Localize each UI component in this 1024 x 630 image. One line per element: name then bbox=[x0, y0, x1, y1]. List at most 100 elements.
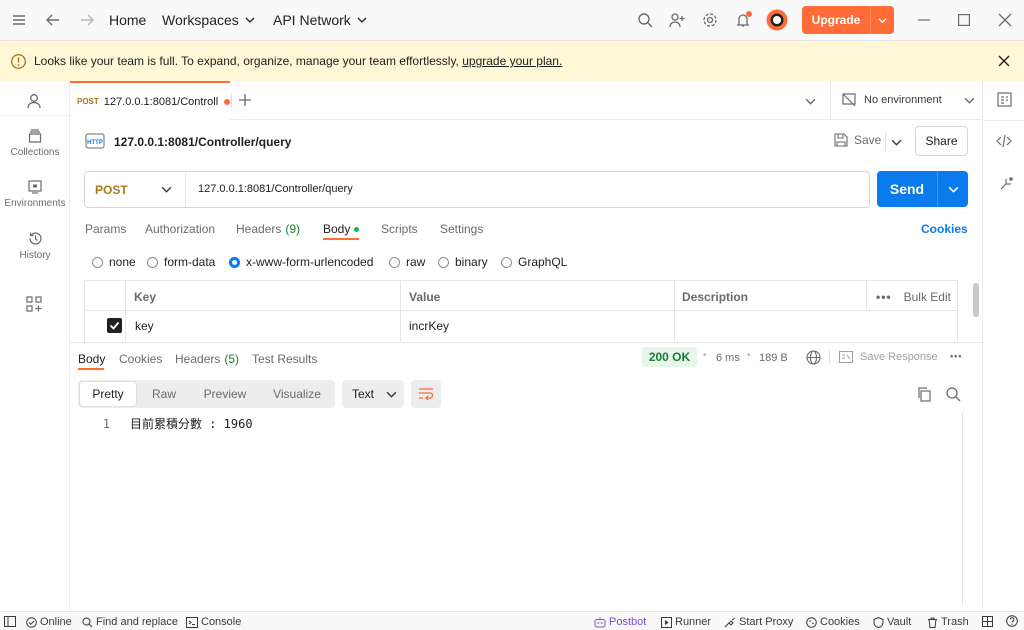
copy-icon[interactable] bbox=[917, 387, 931, 402]
gear-icon[interactable] bbox=[702, 12, 718, 28]
start-proxy-button[interactable]: Start Proxy bbox=[724, 616, 793, 628]
chevron-down-icon bbox=[357, 17, 367, 23]
trash-button[interactable]: Trash bbox=[927, 616, 969, 628]
radio-form-data[interactable]: form-data bbox=[147, 255, 215, 269]
tab-scripts[interactable]: Scripts bbox=[381, 222, 418, 236]
console-button[interactable]: Console bbox=[186, 616, 241, 628]
view-pretty[interactable]: Pretty bbox=[80, 382, 136, 406]
radio-raw[interactable]: raw bbox=[389, 255, 425, 269]
send-button[interactable]: Send bbox=[877, 171, 968, 207]
param-value[interactable]: incrKey bbox=[409, 319, 449, 333]
back-arrow-icon[interactable] bbox=[46, 13, 60, 27]
radio-label: form-data bbox=[164, 255, 216, 269]
save-response-button[interactable]: Save Response bbox=[839, 351, 938, 363]
response-tab-test-results[interactable]: Test Results bbox=[252, 352, 317, 366]
close-banner-icon[interactable] bbox=[998, 55, 1010, 67]
radio-graphql[interactable]: GraphQL bbox=[501, 255, 567, 269]
status-bar: Online Find and replace Console Postbot … bbox=[0, 611, 1024, 630]
cookies-button[interactable]: Cookies bbox=[806, 616, 860, 628]
invite-user-icon[interactable] bbox=[669, 12, 685, 28]
environment-selector[interactable]: No environment bbox=[842, 93, 975, 107]
tab-body[interactable]: Body bbox=[323, 222, 360, 236]
view-visualize[interactable]: Visualize bbox=[264, 380, 330, 408]
view-raw[interactable]: Raw bbox=[142, 380, 186, 408]
upgrade-plan-link[interactable]: upgrade your plan. bbox=[462, 54, 562, 68]
radio-none[interactable]: none bbox=[92, 255, 136, 269]
wrap-lines-icon bbox=[419, 388, 434, 401]
radio-binary[interactable]: binary bbox=[438, 255, 488, 269]
search-icon[interactable] bbox=[637, 12, 653, 28]
response-tab-body[interactable]: Body bbox=[78, 352, 105, 366]
runner-button[interactable]: Runner bbox=[661, 616, 711, 628]
share-label: Share bbox=[925, 134, 958, 148]
bulk-edit-button[interactable]: ••• Bulk Edit bbox=[876, 290, 951, 304]
format-select[interactable]: Text bbox=[342, 380, 404, 408]
save-options-chevron-icon[interactable] bbox=[891, 137, 902, 148]
upgrade-button[interactable]: Upgrade bbox=[802, 6, 894, 34]
new-tab-icon[interactable] bbox=[238, 93, 252, 107]
response-scroll-track[interactable] bbox=[962, 413, 963, 605]
cookies-link[interactable]: Cookies bbox=[921, 222, 968, 236]
row-checkbox[interactable] bbox=[107, 318, 122, 333]
response-time[interactable]: 6 ms bbox=[716, 352, 740, 364]
tab-params[interactable]: Params bbox=[85, 222, 126, 236]
sidebar-item-collections[interactable]: Collections bbox=[0, 129, 70, 158]
sidebar-item-history[interactable]: History bbox=[0, 231, 70, 261]
maximize-icon[interactable] bbox=[958, 14, 970, 26]
api-network-menu[interactable]: API Network bbox=[273, 12, 367, 28]
minimize-icon[interactable] bbox=[918, 19, 930, 21]
code-icon[interactable] bbox=[996, 134, 1012, 148]
response-view-switcher: Pretty Raw Preview Visualize bbox=[78, 380, 335, 408]
vault-button[interactable]: Vault bbox=[873, 616, 911, 628]
avatar[interactable] bbox=[766, 9, 788, 31]
status-badge[interactable]: 200 OK bbox=[642, 347, 697, 367]
workspaces-menu[interactable]: Workspaces bbox=[162, 12, 255, 28]
forward-arrow-icon[interactable] bbox=[80, 13, 94, 27]
globe-icon[interactable] bbox=[806, 350, 821, 365]
user-icon[interactable] bbox=[26, 93, 42, 109]
response-tab-headers[interactable]: Headers (5) bbox=[175, 352, 239, 366]
tab-request[interactable]: POST 127.0.0.1:8081/Controll bbox=[70, 81, 230, 120]
method-select[interactable]: POST bbox=[85, 172, 186, 207]
environment-quick-look-icon[interactable] bbox=[997, 92, 1012, 107]
view-preview[interactable]: Preview bbox=[196, 380, 254, 408]
url-input[interactable]: 127.0.0.1:8081/Controller/query bbox=[198, 183, 353, 195]
menu-icon[interactable] bbox=[12, 13, 26, 27]
layout-grid-icon[interactable] bbox=[982, 616, 993, 627]
tabs-overflow-chevron-icon[interactable] bbox=[805, 96, 816, 107]
home-link[interactable]: Home bbox=[109, 12, 146, 28]
find-replace-button[interactable]: Find and replace bbox=[82, 616, 178, 628]
sidebar-item-environments[interactable]: Environments bbox=[0, 180, 70, 209]
send-label: Send bbox=[889, 181, 925, 197]
search-response-icon[interactable] bbox=[945, 386, 961, 402]
bell-icon[interactable] bbox=[735, 11, 753, 29]
response-more-icon[interactable]: ••• bbox=[950, 351, 962, 361]
wrap-lines-button[interactable] bbox=[411, 380, 441, 408]
request-scrollbar[interactable] bbox=[973, 283, 979, 317]
response-tab-cookies[interactable]: Cookies bbox=[119, 352, 162, 366]
proxy-icon bbox=[724, 617, 736, 627]
line-number: 1 bbox=[102, 416, 110, 431]
team-full-banner: Looks like your team is full. To expand,… bbox=[0, 41, 1024, 81]
online-status[interactable]: Online bbox=[26, 616, 72, 628]
start-proxy-label: Start Proxy bbox=[739, 616, 794, 628]
toggle-sidebar-icon[interactable] bbox=[4, 616, 16, 627]
close-window-icon[interactable] bbox=[998, 13, 1012, 27]
tab-headers[interactable]: Headers (9) bbox=[236, 222, 300, 236]
param-key[interactable]: key bbox=[135, 319, 154, 333]
postbot-button[interactable]: Postbot bbox=[594, 616, 646, 628]
response-body[interactable]: 1 目前累積分數 : 1960 bbox=[100, 415, 253, 432]
response-size[interactable]: 189 B bbox=[759, 352, 788, 364]
tab-headers-count: (9) bbox=[285, 222, 301, 236]
radio-x-www-form-urlencoded[interactable]: x-www-form-urlencoded bbox=[229, 255, 373, 269]
tab-authorization[interactable]: Authorization bbox=[145, 222, 215, 236]
help-icon[interactable] bbox=[1006, 615, 1018, 627]
save-button[interactable]: Save bbox=[834, 133, 881, 147]
method-label: POST bbox=[95, 182, 128, 197]
tab-settings[interactable]: Settings bbox=[440, 222, 483, 236]
related-collections-icon[interactable] bbox=[999, 177, 1013, 191]
add-workbench-icon[interactable] bbox=[26, 296, 42, 312]
tab-headers-label: Headers bbox=[236, 222, 282, 236]
runner-label: Runner bbox=[675, 616, 712, 628]
share-button[interactable]: Share bbox=[915, 126, 968, 156]
